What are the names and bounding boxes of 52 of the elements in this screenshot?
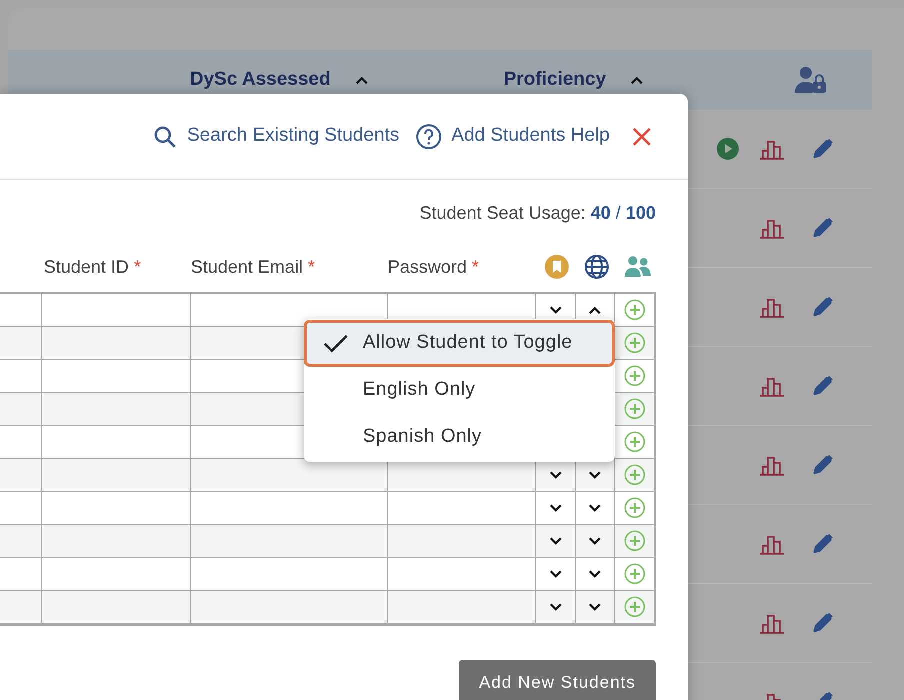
- column-header[interactable]: Proficiency: [504, 66, 606, 94]
- pencil-icon[interactable]: [812, 454, 834, 476]
- pencil-icon[interactable]: [812, 138, 834, 160]
- add-row-icon[interactable]: [624, 464, 646, 486]
- add-new-students-button[interactable]: Add New Students: [459, 660, 656, 700]
- help-icon: [416, 124, 442, 150]
- chevron-down-icon[interactable]: [588, 570, 602, 578]
- chevron-down-icon[interactable]: [548, 306, 562, 314]
- chevron-up-icon[interactable]: [354, 76, 369, 84]
- users-icon: [624, 255, 652, 279]
- chevron-down-icon[interactable]: [548, 602, 562, 612]
- add-row-icon[interactable]: [624, 431, 646, 453]
- pencil-icon[interactable]: [812, 296, 834, 318]
- add-row-icon[interactable]: [624, 530, 646, 552]
- pencil-icon[interactable]: [812, 217, 834, 239]
- add-row-icon[interactable]: [624, 497, 646, 519]
- chevron-down-icon[interactable]: [588, 536, 602, 546]
- check-icon: [323, 334, 349, 354]
- bookmark-icon: [544, 254, 570, 280]
- search-students-link[interactable]: Search Existing Students: [153, 122, 400, 151]
- help-link[interactable]: Add Students Help: [416, 122, 610, 151]
- search-icon: [153, 124, 178, 148]
- seat-usage: Student Seat Usage: 40 / 100: [420, 202, 656, 225]
- chevron-down-icon[interactable]: [588, 602, 602, 612]
- user-lock-icon[interactable]: [794, 65, 828, 95]
- globe-icon: [584, 254, 610, 280]
- chevron-up-icon[interactable]: [588, 306, 602, 314]
- column-header[interactable]: DySc Assessed: [190, 66, 331, 94]
- close-icon[interactable]: [632, 126, 652, 146]
- menu-item[interactable]: English Only: [304, 367, 615, 414]
- add-row-icon[interactable]: [624, 299, 646, 321]
- pencil-icon[interactable]: [812, 375, 834, 397]
- chevron-down-icon[interactable]: [548, 536, 562, 546]
- add-row-icon[interactable]: [624, 563, 646, 585]
- column-label: Password *: [388, 256, 480, 276]
- column-label: Student ID *: [44, 256, 142, 276]
- add-row-icon[interactable]: [624, 365, 646, 387]
- chevron-down-icon[interactable]: [548, 504, 562, 512]
- pencil-icon[interactable]: [812, 612, 834, 634]
- play-icon[interactable]: [716, 137, 740, 161]
- chevron-down-icon[interactable]: [588, 470, 602, 480]
- pencil-icon[interactable]: [812, 533, 834, 555]
- add-row-icon[interactable]: [624, 398, 646, 420]
- add-row-icon[interactable]: [624, 596, 646, 618]
- menu-item[interactable]: Allow Student to Toggle: [304, 320, 615, 367]
- chevron-down-icon[interactable]: [548, 470, 562, 480]
- column-label: Student Email *: [191, 256, 316, 276]
- menu-item[interactable]: Spanish Only: [304, 414, 615, 461]
- add-row-icon[interactable]: [624, 332, 646, 354]
- chevron-up-icon[interactable]: [630, 76, 644, 84]
- chevron-down-icon[interactable]: [588, 504, 602, 512]
- chevron-down-icon[interactable]: [548, 570, 562, 578]
